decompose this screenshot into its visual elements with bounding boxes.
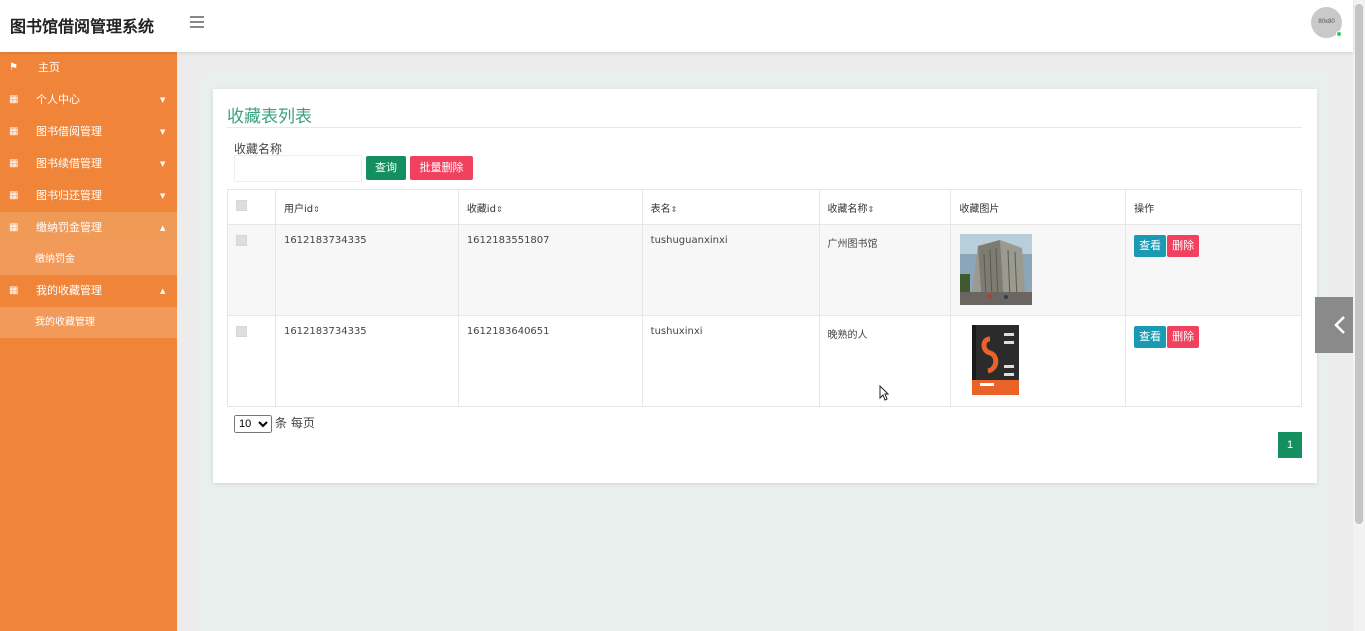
book-cover-image <box>960 325 1033 396</box>
sidebar: ⚑ 主页 ▦ 个人中心 ▼ ▦ 图书借阅管理 ▼ ▦ 图书续借管理 ▼ ▦ 图书… <box>0 52 177 631</box>
grid-icon: ▦ <box>9 158 19 169</box>
column-header[interactable]: 用户id⇕ <box>274 189 459 225</box>
online-status-dot <box>1336 31 1342 37</box>
sidebar-item-label: 缴纳罚金管理 <box>36 221 102 234</box>
divider <box>227 127 1302 128</box>
sidebar-item-personal-center[interactable]: ▦ 个人中心 ▼ <box>0 84 177 116</box>
page-scrollbar[interactable] <box>1353 0 1365 631</box>
table-row: 1612183734335 1612183551807 tushuguanxin… <box>227 224 1302 316</box>
library-building-image <box>960 234 1033 305</box>
sort-icon: ⇕ <box>867 204 875 214</box>
view-button[interactable]: 查看 <box>1134 235 1167 257</box>
cell-table-name: tushuguanxinxi <box>641 224 820 316</box>
column-header[interactable]: 收藏名称⇕ <box>818 189 952 225</box>
grid-icon: ▦ <box>9 94 19 105</box>
caret-down-icon: ▼ <box>160 96 166 104</box>
scrollbar-thumb[interactable] <box>1355 4 1363 524</box>
query-button[interactable]: 查询 <box>366 156 406 180</box>
page-title: 收藏表列表 <box>227 107 312 127</box>
search-input[interactable] <box>234 155 362 182</box>
caret-down-icon: ▼ <box>160 160 166 168</box>
sidebar-subitem-my-favorites[interactable]: 我的收藏管理 <box>0 307 177 338</box>
app-title: 图书馆借阅管理系统 <box>10 17 155 36</box>
cell-fav-id: 1612183551807 <box>457 224 643 316</box>
sidebar-item-label: 图书归还管理 <box>36 189 102 202</box>
table-row: 1612183734335 1612183640651 tushuxinxi 晚… <box>227 315 1302 407</box>
column-header[interactable]: 收藏id⇕ <box>457 189 643 225</box>
table-header-row: 用户id⇕ 收藏id⇕ 表名⇕ 收藏名称⇕ 收藏图片 操作 <box>227 189 1302 225</box>
sidebar-item-fines[interactable]: ▦ 缴纳罚金管理 ▲ <box>0 212 177 244</box>
cell-table-name: tushuxinxi <box>641 315 820 407</box>
flag-icon: ⚑ <box>9 62 18 73</box>
delete-button[interactable]: 删除 <box>1167 326 1200 348</box>
favorites-card: 收藏表列表 收藏名称 查询 批量删除 用户id⇕ 收藏id⇕ 表名⇕ 收藏名称⇕… <box>213 89 1317 483</box>
sort-icon: ⇕ <box>313 204 320 214</box>
sidebar-item-label: 个人中心 <box>36 93 80 106</box>
sidebar-item-label: 我的收藏管理 <box>36 284 102 297</box>
cell-fav-id: 1612183640651 <box>457 315 643 407</box>
cell-fav-image <box>950 315 1127 407</box>
sidebar-item-borrow[interactable]: ▦ 图书借阅管理 ▼ <box>0 116 177 148</box>
sort-icon: ⇕ <box>670 204 678 214</box>
hamburger-menu-icon[interactable] <box>190 16 204 28</box>
grid-icon: ▦ <box>9 190 19 201</box>
cell-actions: 查看 删除 <box>1125 315 1302 407</box>
cell-fav-name: 广州图书馆 <box>818 224 952 316</box>
sidebar-item-favorites[interactable]: ▦ 我的收藏管理 ▲ <box>0 275 177 307</box>
top-header: 图书馆借阅管理系统 80x80 <box>0 0 1353 52</box>
delete-button[interactable]: 删除 <box>1167 235 1200 257</box>
sidebar-item-home[interactable]: ⚑ 主页 <box>0 52 177 84</box>
page-size-control: 10 条 每页 <box>234 414 315 433</box>
sidebar-subitem-pay-fines[interactable]: 缴纳罚金 <box>0 244 177 275</box>
chevron-left-icon <box>1334 316 1345 334</box>
sidebar-item-renew[interactable]: ▦ 图书续借管理 ▼ <box>0 148 177 180</box>
page-size-select[interactable]: 10 <box>234 415 272 433</box>
view-button[interactable]: 查看 <box>1134 326 1167 348</box>
cell-fav-image <box>950 224 1127 316</box>
caret-up-icon: ▲ <box>160 287 166 295</box>
mouse-cursor-icon <box>879 385 889 401</box>
page-size-suffix: 条 每页 <box>275 416 315 430</box>
batch-delete-button[interactable]: 批量删除 <box>410 156 473 180</box>
cell-user-id: 1612183734335 <box>274 315 459 407</box>
caret-up-icon: ▲ <box>160 224 166 232</box>
column-header: 操作 <box>1125 189 1302 225</box>
row-checkbox[interactable] <box>236 326 247 337</box>
cell-actions: 查看 删除 <box>1125 224 1302 316</box>
column-header[interactable]: 表名⇕ <box>641 189 820 225</box>
caret-down-icon: ▼ <box>160 128 166 136</box>
grid-icon: ▦ <box>9 222 19 233</box>
sidebar-item-label: 主页 <box>38 61 60 74</box>
grid-icon: ▦ <box>9 126 19 137</box>
favorites-table: 用户id⇕ 收藏id⇕ 表名⇕ 收藏名称⇕ 收藏图片 操作 1612183734… <box>227 189 1302 407</box>
caret-down-icon: ▼ <box>160 192 166 200</box>
sidebar-item-return[interactable]: ▦ 图书归还管理 ▼ <box>0 180 177 212</box>
row-checkbox[interactable] <box>236 235 247 246</box>
sidebar-item-label: 图书借阅管理 <box>36 125 102 138</box>
sort-icon: ⇕ <box>495 204 503 214</box>
select-all-cell <box>227 189 276 225</box>
select-all-checkbox[interactable] <box>236 200 247 211</box>
grid-icon: ▦ <box>9 285 19 296</box>
cell-user-id: 1612183734335 <box>274 224 459 316</box>
sidebar-item-label: 图书续借管理 <box>36 157 102 170</box>
column-header: 收藏图片 <box>950 189 1127 225</box>
pagination-page-1[interactable]: 1 <box>1278 432 1302 458</box>
